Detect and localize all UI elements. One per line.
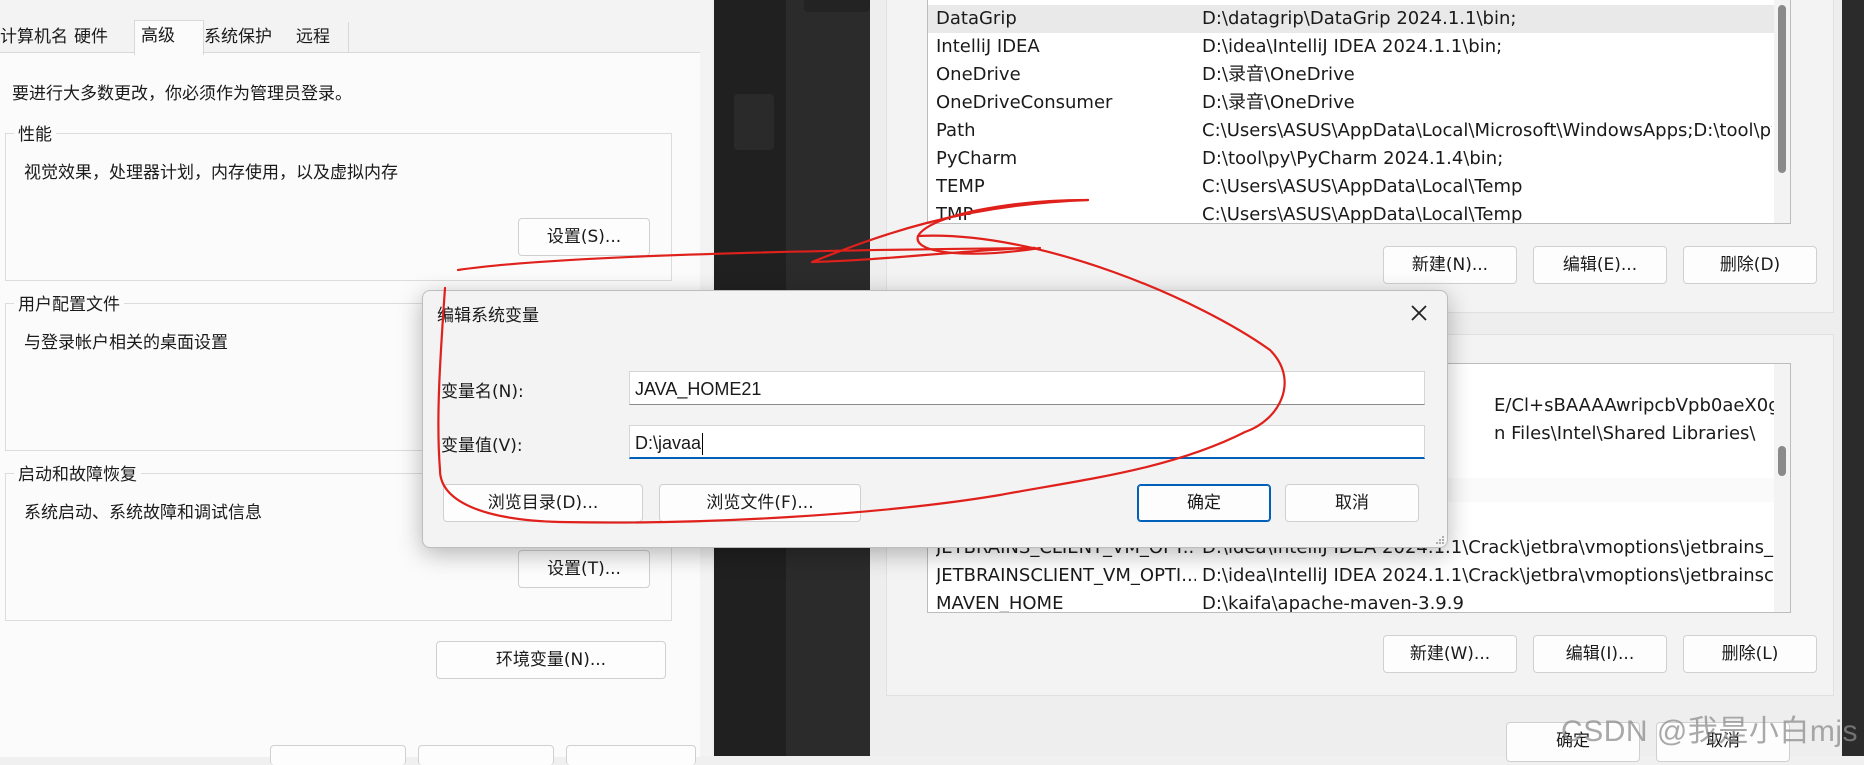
variable-value-label: 变量值(V): [441,436,523,456]
close-icon[interactable] [1401,295,1437,331]
system-vars-scrollbar[interactable] [1774,364,1790,612]
dialog-ok-button[interactable]: 确定 [1137,484,1271,522]
var-name: JETBRAINSCLIENT_VM_OPTI... [936,565,1196,586]
right-edge-strip [1842,0,1864,756]
dark-tile [804,0,870,12]
variable-name-label: 变量名(N): [441,382,524,402]
tab-computer-name[interactable]: 计算机名 [0,22,66,52]
table-row[interactable]: OneDrive D:\录音\OneDrive [928,61,1790,89]
dialog-cancel-button[interactable]: 取消 [1285,484,1419,522]
table-row[interactable]: TEMP C:\Users\ASUS\AppData\Local\Temp [928,173,1790,201]
user-delete-button[interactable]: 删除(D) [1683,246,1817,284]
table-row[interactable]: OneDriveConsumer D:\录音\OneDrive [928,89,1790,117]
tab-strip: 计算机名 硬件 高级 系统保护 远程 [0,20,712,55]
var-value: D:\datagrip\DataGrip 2024.1.1\bin; [1202,8,1517,29]
var-value: C:\Users\ASUS\AppData\Local\Microsoft\Wi… [1202,120,1772,141]
user-variables-panel: DataGrip D:\datagrip\DataGrip 2024.1.1\b… [886,0,1834,313]
startup-recovery-title: 启动和故障恢复 [14,460,141,485]
var-value: D:\录音\OneDrive [1202,64,1355,85]
footer-button-partial[interactable] [270,745,406,765]
var-name: PyCharm [936,148,1018,169]
performance-desc: 视觉效果，处理器计划，内存使用，以及虚拟内存 [24,163,398,183]
csdn-watermark: CSDN @我是小白mjs [1561,715,1858,748]
tab-system-protection[interactable]: 系统保护 [200,22,294,52]
user-new-button[interactable]: 新建(N)... [1383,246,1517,284]
var-value: n Files\Intel\Shared Libraries\ [1494,423,1756,444]
startup-recovery-desc: 系统启动、系统故障和调试信息 [24,503,262,523]
var-value: D:\kaifa\apache-maven-3.9.9 [1202,593,1464,613]
var-name: DataGrip [936,8,1017,29]
text-caret [702,433,704,456]
user-edit-button[interactable]: 编辑(E)... [1533,246,1667,284]
dialog-title: 编辑系统变量 [437,306,539,326]
scrollbar-thumb[interactable] [1778,446,1786,476]
table-row[interactable]: DataGrip D:\datagrip\DataGrip 2024.1.1\b… [928,5,1790,33]
tab-hardware[interactable]: 硬件 [70,22,134,52]
system-new-button[interactable]: 新建(W)... [1383,635,1517,673]
performance-group: 性能 视觉效果，处理器计划，内存使用，以及虚拟内存 设置(S)... [5,120,672,281]
system-edit-button[interactable]: 编辑(I)... [1533,635,1667,673]
footer-button-partial[interactable] [418,745,554,765]
var-value: C:\Users\ASUS\AppData\Local\Temp [1202,176,1523,197]
variable-value-input[interactable]: D:\javaa [629,425,1425,459]
resize-grip-icon[interactable] [1435,535,1445,545]
user-profiles-title: 用户配置文件 [14,290,124,315]
var-name: OneDriveConsumer [936,92,1113,113]
var-value: E/Cl+sBAAAAwripcbVpb0aeX0gZf4... [1494,395,1790,416]
tab-label: 计算机名 [0,27,66,47]
startup-settings-button[interactable]: 设置(T)... [518,550,650,588]
tab-remote[interactable]: 远程 [292,22,349,52]
tab-label: 远程 [296,27,330,47]
var-name: IntelliJ IDEA [936,36,1040,57]
var-name: OneDrive [936,64,1021,85]
scrollbar-thumb[interactable] [1778,5,1786,173]
table-row[interactable]: PyCharm D:\tool\py\PyCharm 2024.1.4\bin; [928,145,1790,173]
table-row[interactable]: MAVEN_HOME D:\kaifa\apache-maven-3.9.9 [928,590,1790,613]
variable-name-input[interactable]: JAVA_HOME21 [629,371,1425,405]
user-variables-list[interactable]: DataGrip D:\datagrip\DataGrip 2024.1.1\b… [927,0,1791,224]
tab-label: 系统保护 [204,27,272,47]
tab-label: 高级 [141,26,175,46]
browse-file-button[interactable]: 浏览文件(F)... [659,484,861,522]
table-row[interactable]: IntelliJ IDEA D:\idea\IntelliJ IDEA 2024… [928,33,1790,61]
browse-directory-button[interactable]: 浏览目录(D)... [443,484,643,522]
table-row[interactable]: JETBRAINSCLIENT_VM_OPTI... D:\idea\Intel… [928,562,1790,590]
dark-tile [734,94,774,150]
system-delete-button[interactable]: 删除(L) [1683,635,1817,673]
var-name: MAVEN_HOME [936,593,1064,613]
var-value: D:\idea\IntelliJ IDEA 2024.1.1\Crack\jet… [1202,565,1791,586]
performance-title: 性能 [14,120,56,145]
var-name: TEMP [936,176,985,197]
environment-variables-button[interactable]: 环境变量(N)... [436,641,666,679]
var-value: D:\录音\OneDrive [1202,92,1355,113]
table-row[interactable]: TMP C:\Users\ASUS\AppData\Local\Temp [928,201,1790,224]
user-vars-scrollbar[interactable] [1774,0,1790,223]
footer-button-partial[interactable] [566,745,696,765]
tab-label: 硬件 [74,27,108,47]
var-name: Path [936,120,976,141]
var-value: C:\Users\ASUS\AppData\Local\Temp [1202,204,1523,224]
variable-value-value: D:\javaa [635,433,702,453]
table-row[interactable]: Path C:\Users\ASUS\AppData\Local\Microso… [928,117,1790,145]
var-name: TMP [936,204,974,224]
admin-note: 要进行大多数更改，你必须作为管理员登录。 [12,84,352,104]
user-profiles-desc: 与登录帐户相关的桌面设置 [24,333,228,353]
performance-settings-button[interactable]: 设置(S)... [518,218,650,256]
tab-advanced[interactable]: 高级 [134,20,204,55]
edit-system-variable-dialog: 编辑系统变量 变量名(N): JAVA_HOME21 变量值(V): D:\ja… [422,290,1448,548]
var-value: D:\tool\py\PyCharm 2024.1.4\bin; [1202,148,1504,169]
variable-name-value: JAVA_HOME21 [635,379,762,399]
var-value: D:\idea\IntelliJ IDEA 2024.1.1\bin; [1202,36,1503,57]
